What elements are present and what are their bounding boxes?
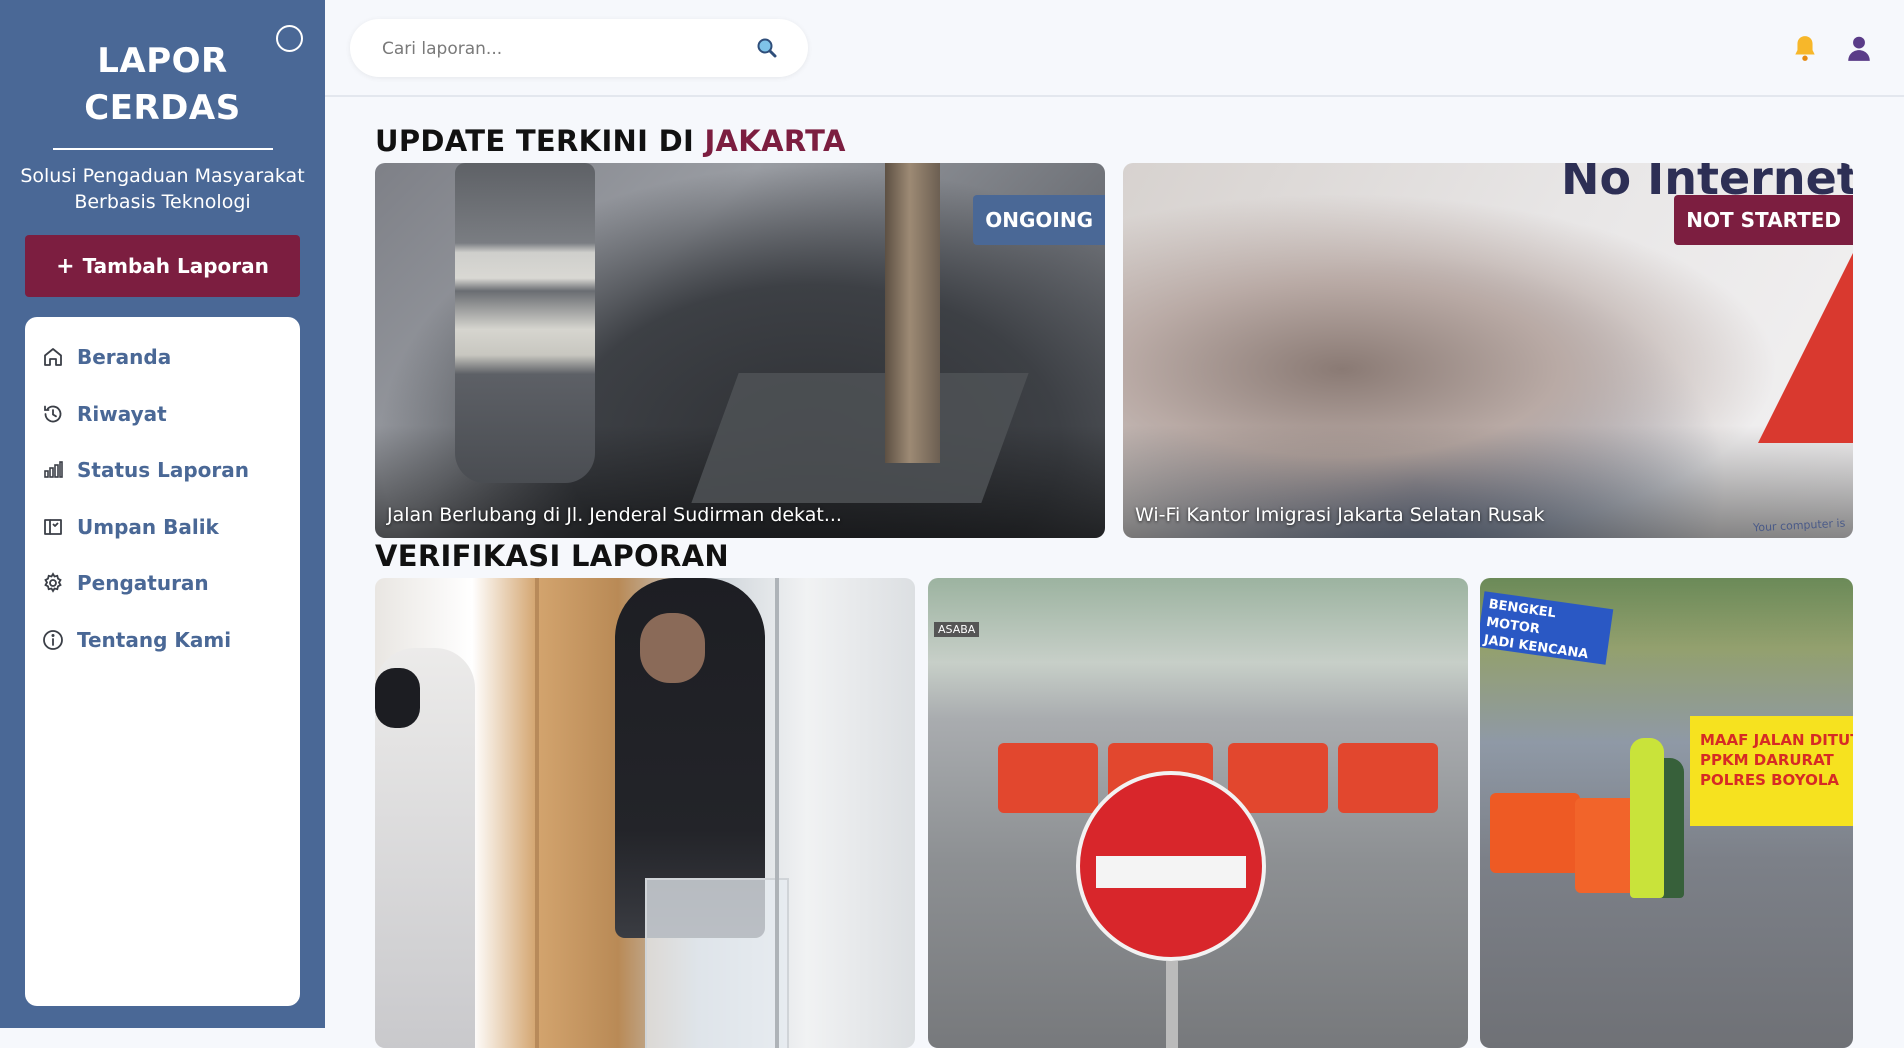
photo-artwork — [640, 613, 705, 683]
sidebar-item-label: Status Laporan — [77, 458, 250, 482]
brand-line-1: LAPOR — [97, 41, 228, 81]
photo-artwork — [645, 878, 789, 1048]
photo-artwork — [691, 373, 1029, 503]
sidebar-item-status-laporan[interactable]: Status Laporan — [41, 450, 249, 490]
verification-card[interactable]: ASABA — [928, 578, 1468, 1048]
photo-artwork — [1096, 856, 1246, 888]
bell-icon[interactable] — [1792, 34, 1818, 62]
banner-line-1: MAAF JALAN DITUT — [1700, 731, 1853, 749]
add-report-label: Tambah Laporan — [82, 254, 269, 278]
updates-title-prefix: UPDATE TERKINI DI — [375, 124, 705, 158]
sidebar-item-beranda[interactable]: Beranda — [41, 337, 171, 377]
verification-card[interactable] — [375, 578, 915, 1048]
tagline: Solusi Pengaduan Masyarakat Berbasis Tek… — [20, 165, 305, 213]
verification-section-title: VERIFIKASI LAPORAN — [375, 539, 729, 573]
status-badge: NOT STARTED — [1674, 195, 1853, 245]
verification-card[interactable]: BENGKEL MOTOR JADI KENCANA MAAF JALAN DI… — [1480, 578, 1853, 1048]
search-icon[interactable] — [755, 36, 779, 60]
brand-divider — [53, 148, 273, 150]
photo-artwork — [885, 163, 940, 463]
history-icon — [44, 405, 62, 423]
brand-line-2: CERDAS — [84, 88, 241, 128]
sidebar-item-label: Tentang Kami — [77, 628, 232, 652]
warning-triangle-art — [1758, 253, 1853, 443]
sidebar-item-tentang-kami[interactable]: Tentang Kami — [41, 620, 231, 660]
sidebar-item-pengaturan[interactable]: Pengaturan — [41, 563, 209, 603]
sidebar-item-label: Umpan Balik — [77, 515, 219, 539]
shop-sign-text: ASABA — [934, 622, 980, 637]
sidebar-item-label: Riwayat — [77, 402, 167, 426]
add-report-button[interactable]: + Tambah Laporan — [25, 235, 300, 297]
sidebar: LAPOR CERDAS Solusi Pengaduan Masyarakat… — [0, 0, 325, 1028]
photo-artwork — [535, 578, 539, 1048]
photo-artwork — [375, 668, 420, 728]
photo-artwork — [1490, 793, 1580, 873]
photo-artwork — [1338, 743, 1438, 813]
bar-chart-icon — [44, 461, 63, 478]
update-card[interactable]: ONGOING Jalan Berlubang di Jl. Jenderal … — [375, 163, 1105, 538]
photo-artwork — [775, 578, 779, 1048]
feedback-book-icon — [44, 519, 62, 535]
sidebar-item-label: Pengaturan — [77, 571, 209, 595]
sidebar-item-umpan-balik[interactable]: Umpan Balik — [41, 507, 219, 547]
photo-artwork — [998, 743, 1098, 813]
photo-artwork — [1228, 743, 1328, 813]
updates-section-title: UPDATE TERKINI DI JAKARTA — [375, 124, 846, 158]
banner-line-2: PPKM DARURAT — [1700, 751, 1834, 769]
updates-title-city: JAKARTA — [704, 124, 846, 158]
sidebar-item-riwayat[interactable]: Riwayat — [41, 394, 167, 434]
photo-artwork — [1630, 738, 1664, 898]
gear-icon — [44, 572, 62, 593]
update-card[interactable]: No Internet Your computer is NOT STARTED… — [1123, 163, 1853, 538]
plus-icon: + — [56, 253, 75, 279]
shop-sign: BENGKEL MOTOR JADI KENCANA — [1480, 591, 1614, 665]
info-icon — [43, 630, 63, 650]
search-input[interactable] — [380, 19, 744, 79]
user-icon[interactable] — [1846, 34, 1872, 62]
sidebar-item-label: Beranda — [77, 345, 172, 369]
photo-artwork — [455, 163, 595, 483]
home-icon — [44, 348, 62, 366]
card-caption: Wi-Fi Kantor Imigrasi Jakarta Selatan Ru… — [1135, 504, 1545, 526]
search-bar — [350, 19, 808, 79]
banner-line-3: POLRES BOYOLA — [1700, 771, 1840, 789]
photo-artwork — [1166, 961, 1178, 1048]
sidebar-toggle-button[interactable] — [276, 25, 303, 52]
card-caption: Jalan Berlubang di Jl. Jenderal Sudirman… — [387, 504, 842, 526]
status-badge: ONGOING — [973, 195, 1105, 245]
road-closed-banner: MAAF JALAN DITUT PPKM DARURAT POLRES BOY… — [1690, 716, 1853, 826]
sidebar-menu: Beranda Riwayat Status Laporan Umpan Bal… — [25, 317, 300, 1006]
corner-text: Your computer is — [1752, 516, 1846, 535]
brand-logo: LAPOR CERDAS — [0, 38, 325, 132]
